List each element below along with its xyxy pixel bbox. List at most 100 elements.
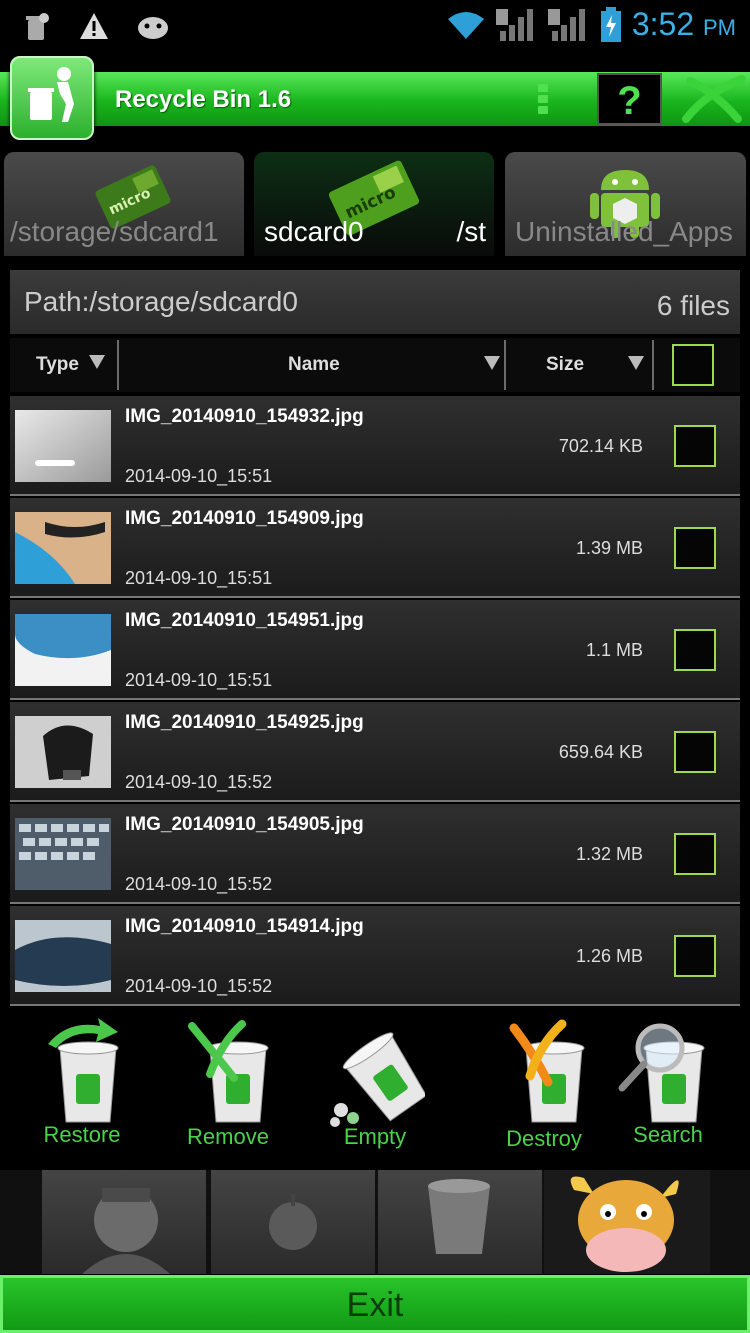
restore-label: Restore <box>43 1122 121 1147</box>
sort-arrow-icon <box>484 356 500 370</box>
current-path: Path:/storage/sdcard0 <box>24 286 298 317</box>
tab-sdcard0[interactable]: micro sdcard0 /st <box>254 152 494 256</box>
search-label: Search <box>633 1122 703 1147</box>
file-row[interactable]: IMG_20140910_154925.jpg 2014-09-10_15:52… <box>10 702 740 802</box>
promo-strip <box>0 1170 750 1274</box>
file-date: 2014-09-10_15:51 <box>125 568 273 588</box>
file-size: 1.26 MB <box>575 946 643 966</box>
promo-app-bucket[interactable] <box>378 1170 542 1274</box>
empty-icon <box>330 1032 425 1127</box>
column-name[interactable]: Name <box>120 338 504 392</box>
column-name-label: Name <box>288 354 340 375</box>
recycle-notification-icon <box>26 13 49 40</box>
sort-arrow-icon <box>88 355 105 369</box>
restore-button[interactable]: Restore <box>22 1010 142 1168</box>
remove-icon <box>188 1020 269 1123</box>
tab-label: sdcard0 <box>264 216 364 247</box>
help-button[interactable]: ? <box>597 73 662 125</box>
file-size: 1.1 MB <box>585 640 643 660</box>
tab-uninstalled-apps[interactable]: Uninstalled_Apps <box>505 152 746 256</box>
exit-button[interactable]: Exit <box>0 1275 750 1333</box>
image-thumbnail <box>15 716 111 788</box>
recycle-bin-app-icon[interactable] <box>10 56 94 140</box>
close-icon <box>682 75 746 123</box>
signal-2-icon <box>547 8 585 41</box>
android-debug-icon <box>138 17 168 39</box>
column-size-label: Size <box>546 354 585 375</box>
sort-arrow-icon <box>628 356 644 370</box>
battery-charging-icon <box>600 6 621 42</box>
wifi-icon <box>447 11 484 39</box>
search-icon <box>618 1023 705 1123</box>
overflow-menu-icon[interactable] <box>536 82 550 118</box>
column-type[interactable]: Type <box>36 338 116 392</box>
promo-app-cow[interactable] <box>544 1170 710 1274</box>
column-size[interactable]: Size <box>508 338 648 392</box>
cow-icon <box>570 1176 679 1272</box>
help-icon: ? <box>617 79 642 123</box>
file-name: IMG_20140910_154905.jpg <box>125 814 364 835</box>
tab-label: /storage/sdcard1 <box>10 216 219 247</box>
app-title: Recycle Bin 1.6 <box>115 86 292 113</box>
file-row[interactable]: IMG_20140910_154905.jpg 2014-09-10_15:52… <box>10 804 740 904</box>
file-size: 1.32 MB <box>575 844 643 864</box>
file-checkbox[interactable] <box>674 935 716 977</box>
search-button[interactable]: Search <box>608 1010 728 1168</box>
file-name: IMG_20140910_154925.jpg <box>125 712 364 733</box>
file-checkbox[interactable] <box>674 629 716 671</box>
action-toolbar: Restore Remove Empty Destroy Search <box>0 1010 750 1168</box>
empty-label: Empty <box>343 1124 407 1149</box>
file-date: 2014-09-10_15:52 <box>125 874 273 894</box>
path-bar: Path:/storage/sdcard0 6 files <box>10 270 740 334</box>
exit-label: Exit <box>346 1286 404 1324</box>
file-size: 1.39 MB <box>575 538 643 558</box>
destroy-button[interactable]: Destroy <box>484 1010 604 1168</box>
restore-icon <box>48 1018 119 1123</box>
signal-1-icon <box>495 8 533 41</box>
file-row[interactable]: IMG_20140910_154951.jpg 2014-09-10_15:51… <box>10 600 740 700</box>
file-name: IMG_20140910_154909.jpg <box>125 508 364 529</box>
file-date: 2014-09-10_15:52 <box>125 976 273 996</box>
tab-label: Uninstalled_Apps <box>515 216 733 247</box>
status-bar: 3:52 PM <box>0 0 750 54</box>
remove-button[interactable]: Remove <box>168 1010 288 1168</box>
file-name: IMG_20140910_154932.jpg <box>125 406 364 427</box>
promo-app-apple[interactable] <box>211 1170 375 1274</box>
remove-label: Remove <box>187 1124 269 1149</box>
image-thumbnail <box>15 512 111 584</box>
bucket-icon <box>428 1179 490 1254</box>
file-date: 2014-09-10_15:52 <box>125 772 273 792</box>
image-thumbnail <box>15 410 111 482</box>
image-thumbnail <box>15 818 111 890</box>
file-name: IMG_20140910_154951.jpg <box>125 610 364 631</box>
clock: 3:52 PM <box>631 6 736 42</box>
lumberjack-icon <box>82 1188 170 1274</box>
file-row[interactable]: IMG_20140910_154909.jpg 2014-09-10_15:51… <box>10 498 740 598</box>
file-checkbox[interactable] <box>674 731 716 773</box>
apple-icon <box>269 1194 317 1250</box>
file-checkbox[interactable] <box>674 527 716 569</box>
file-size: 702.14 KB <box>558 436 643 456</box>
warning-icon <box>80 13 108 39</box>
empty-button[interactable]: Empty <box>315 1010 435 1168</box>
close-app-button[interactable] <box>676 73 750 125</box>
file-row[interactable]: IMG_20140910_154932.jpg 2014-09-10_15:51… <box>10 396 740 496</box>
file-checkbox[interactable] <box>674 425 716 467</box>
list-header: Type Name Size <box>10 338 740 392</box>
file-count: 6 files <box>656 290 730 321</box>
file-name: IMG_20140910_154914.jpg <box>125 916 364 937</box>
destroy-label: Destroy <box>506 1126 582 1151</box>
promo-app-lumberjack[interactable] <box>42 1170 206 1274</box>
select-all-checkbox[interactable] <box>672 344 714 386</box>
column-type-label: Type <box>36 354 79 375</box>
tab-sublabel: /st <box>456 216 486 247</box>
file-date: 2014-09-10_15:51 <box>125 670 273 690</box>
destroy-icon <box>509 1019 585 1123</box>
file-checkbox[interactable] <box>674 833 716 875</box>
image-thumbnail <box>15 614 111 686</box>
image-thumbnail <box>15 920 111 992</box>
file-size: 659.64 KB <box>558 742 643 762</box>
file-row[interactable]: IMG_20140910_154914.jpg 2014-09-10_15:52… <box>10 906 740 1006</box>
tab-sdcard1[interactable]: micro /storage/sdcard1 <box>4 152 244 256</box>
file-date: 2014-09-10_15:51 <box>125 466 273 486</box>
